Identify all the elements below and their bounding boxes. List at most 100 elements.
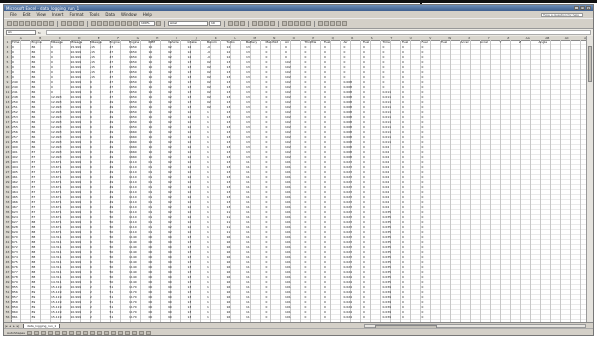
header-cell[interactable]: Accel [480,40,488,44]
table-cell[interactable]: 0.035 [383,250,392,254]
table-cell[interactable]: 13 [227,195,231,199]
table-cell[interactable]: 463 [12,185,18,189]
table-cell[interactable]: 0 [266,180,268,184]
table-cell[interactable]: 0.011 [383,120,392,124]
table-cell[interactable]: 13.671 [51,215,62,219]
table-cell[interactable]: 0 [363,250,365,254]
table-cell[interactable]: 1650 [129,110,137,114]
table-cell[interactable]: 0 [402,280,404,284]
table-cell[interactable]: 1 [207,140,209,144]
table-cell[interactable]: 0 [363,185,365,189]
table-cell[interactable]: 88 [32,240,36,244]
table-cell[interactable]: 12 [188,195,192,199]
table-cell[interactable]: 92 [168,60,172,64]
table-cell[interactable]: 11 [246,190,250,194]
table-cell[interactable]: 0 [266,45,268,49]
table-cell[interactable]: 0 [90,135,92,139]
table-cell[interactable]: 47 [110,65,114,69]
table-cell[interactable]: 0 [363,60,365,64]
table-cell[interactable]: 0 [422,215,424,219]
table-cell[interactable]: 14.311 [51,235,62,239]
table-cell[interactable]: 10 [149,45,153,49]
table-cell[interactable]: 12 [188,165,192,169]
table-cell[interactable]: 0 [422,70,424,74]
table-cell[interactable]: -15 [90,70,95,74]
table-cell[interactable]: 0 [422,65,424,69]
table-cell[interactable]: 12 [188,140,192,144]
table-cell[interactable]: 10 [149,50,153,54]
table-cell[interactable]: 15.119 [51,290,62,294]
table-cell[interactable]: 0 [90,95,92,99]
table-cell[interactable]: 13 [188,305,192,309]
table-cell[interactable]: 51 [110,285,114,289]
table-cell[interactable]: 12 [188,150,192,154]
row-header[interactable]: 14 [4,105,11,109]
bold-icon[interactable] [228,21,233,26]
table-cell[interactable]: 676 [12,265,18,269]
table-cell[interactable]: 101 [285,185,291,189]
table-cell[interactable]: 0 [422,90,424,94]
table-cell[interactable]: 10 [149,140,153,144]
table-cell[interactable]: 101 [285,160,291,164]
table-cell[interactable]: 101 [285,245,291,249]
table-cell[interactable]: 47 [110,50,114,54]
table-cell[interactable]: 467 [12,205,18,209]
table-cell[interactable]: 1650 [129,70,137,74]
table-cell[interactable]: 0 [266,95,268,99]
table-cell[interactable]: 101 [285,260,291,264]
table-cell[interactable]: 00 [149,290,153,294]
table-cell[interactable]: 10.999 [71,50,82,54]
table-cell[interactable]: 12 [188,180,192,184]
copy-icon[interactable] [67,21,72,26]
table-cell[interactable]: 0.011 [383,140,392,144]
table-cell[interactable]: 0 [305,250,307,254]
table-cell[interactable]: 1650 [129,115,137,119]
table-cell[interactable]: 49 [110,205,114,209]
table-cell[interactable]: 0 [90,140,92,144]
table-cell[interactable]: 0 [363,205,365,209]
table-cell[interactable]: 0 [422,225,424,229]
table-cell[interactable]: 12.993 [51,155,62,159]
row-header[interactable]: 26 [4,165,11,169]
table-cell[interactable]: 13.671 [51,205,62,209]
table-cell[interactable]: 47 [110,70,114,74]
table-cell[interactable]: 0 [422,150,424,154]
table-cell[interactable]: 0 [305,220,307,224]
table-cell[interactable]: 0 [90,200,92,204]
table-cell[interactable]: 0 [305,55,307,59]
table-cell[interactable]: 92 [168,205,172,209]
table-cell[interactable]: 49 [110,130,114,134]
table-cell[interactable]: 0 [90,175,92,179]
table-cell[interactable]: 12.993 [51,135,62,139]
header-cell[interactable]: Manifold [266,40,279,44]
header-cell[interactable]: Turbo [227,40,235,44]
table-cell[interactable]: 0 [402,120,404,124]
table-cell[interactable]: 1110 [129,210,137,214]
picture-icon[interactable] [89,330,95,335]
table-cell[interactable]: 12 [188,200,192,204]
table-cell[interactable]: 0 [324,95,326,99]
table-cell[interactable]: 0 [383,80,385,84]
table-cell[interactable]: 10.999 [71,175,82,179]
table-cell[interactable]: 0 [402,70,404,74]
percent-icon[interactable] [288,21,293,26]
table-cell[interactable]: 1110 [129,195,137,199]
table-cell[interactable]: 13 [246,105,250,109]
table-cell[interactable]: 92 [168,90,172,94]
table-cell[interactable]: 0 [422,185,424,189]
table-cell[interactable]: 0 [12,75,14,79]
table-cell[interactable]: 10.999 [71,85,82,89]
table-cell[interactable]: 404 [12,165,18,169]
clipart-icon[interactable] [82,330,88,335]
table-cell[interactable]: 86 [32,120,36,124]
table-cell[interactable]: 0 [422,300,424,304]
table-cell[interactable]: 51 [110,305,114,309]
table-cell[interactable]: 11 [246,160,250,164]
table-cell[interactable]: 0 [402,185,404,189]
table-cell[interactable]: 0 [51,75,53,79]
table-cell[interactable]: 1 [207,295,209,299]
table-cell[interactable]: 13 [188,70,192,74]
table-cell[interactable]: 1660 [129,140,137,144]
row-header[interactable]: 44 [4,255,11,259]
table-cell[interactable]: 90 [168,280,172,284]
